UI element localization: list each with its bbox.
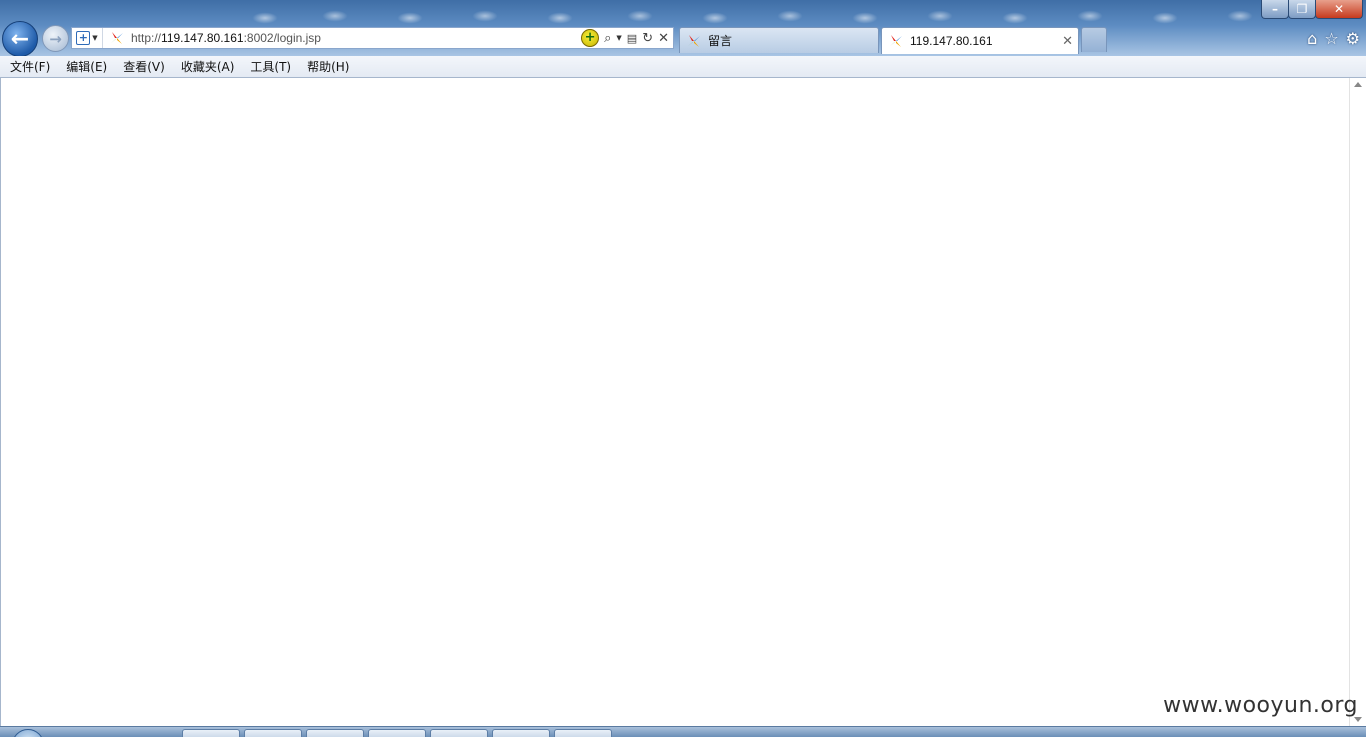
menu-edit[interactable]: 编辑(E) [58, 58, 115, 75]
search-dropdown-icon[interactable]: ▼ [616, 34, 621, 42]
address-bar[interactable]: + ▼ http://119.147.80.161:8002/login.jsp… [71, 27, 674, 49]
browser-chrome: – ❐ ✕ ← → + ▼ http://119.147.80.161:8002… [0, 0, 1366, 57]
command-icons: ⌂ ☆ ⚙ [1307, 29, 1360, 48]
menu-favorites[interactable]: 收藏夹(A) [173, 58, 243, 75]
tab-favicon-icon [686, 33, 702, 49]
vertical-scrollbar[interactable] [1349, 78, 1366, 726]
forward-arrow-icon: → [49, 29, 62, 48]
url-path: :8002/login.jsp [243, 31, 321, 45]
tab-label: 留言 [708, 34, 733, 48]
menu-view[interactable]: 查看(V) [115, 58, 173, 75]
gear-icon[interactable]: ⚙ [1346, 29, 1360, 48]
url-text[interactable]: http://119.147.80.161:8002/login.jsp [131, 31, 321, 45]
new-tab-button[interactable] [1081, 27, 1107, 52]
taskbar [0, 726, 1366, 737]
go-icon[interactable]: + [581, 29, 600, 47]
stop-icon[interactable]: ✕ [658, 31, 669, 46]
close-window-button[interactable]: ✕ [1315, 0, 1363, 19]
page-content[interactable] [0, 78, 1366, 726]
home-icon[interactable]: ⌂ [1307, 29, 1317, 48]
url-host: 119.147.80.161 [161, 31, 244, 45]
address-tools: + ⌕ ▼ ▤ ↻ ✕ [581, 29, 673, 47]
forward-button[interactable]: → [42, 25, 69, 52]
url-prefix: http:// [131, 31, 162, 45]
tab-label: 119.147.80.161 [910, 34, 993, 48]
refresh-icon[interactable]: ↻ [642, 31, 653, 46]
menu-tools[interactable]: 工具(T) [242, 58, 299, 75]
compat-view-icon: + [76, 31, 91, 45]
watermark: www.wooyun.org [1163, 693, 1358, 718]
tab-current[interactable]: 119.147.80.161 ✕ [881, 27, 1079, 54]
restore-button[interactable]: ❐ [1288, 0, 1316, 19]
menu-bar: 文件(F) 编辑(E) 查看(V) 收藏夹(A) 工具(T) 帮助(H) [0, 56, 1366, 78]
tab-favicon-icon [888, 33, 904, 49]
compat-page-icon[interactable]: ▤ [627, 32, 637, 45]
close-tab-icon[interactable]: ✕ [1062, 33, 1073, 49]
search-icon[interactable]: ⌕ [604, 31, 611, 46]
favorites-star-icon[interactable]: ☆ [1324, 29, 1338, 48]
menu-file[interactable]: 文件(F) [2, 58, 58, 75]
tab-message[interactable]: 留言 [679, 27, 879, 53]
minimize-button[interactable]: – [1261, 0, 1289, 19]
menu-help[interactable]: 帮助(H) [299, 58, 357, 75]
site-favicon-icon [109, 30, 125, 46]
back-arrow-icon: ← [10, 26, 30, 52]
chevron-down-icon: ▼ [92, 34, 98, 42]
compat-view-button[interactable]: + ▼ [72, 28, 103, 48]
scroll-up-icon[interactable] [1354, 82, 1362, 87]
back-button[interactable]: ← [2, 21, 38, 57]
